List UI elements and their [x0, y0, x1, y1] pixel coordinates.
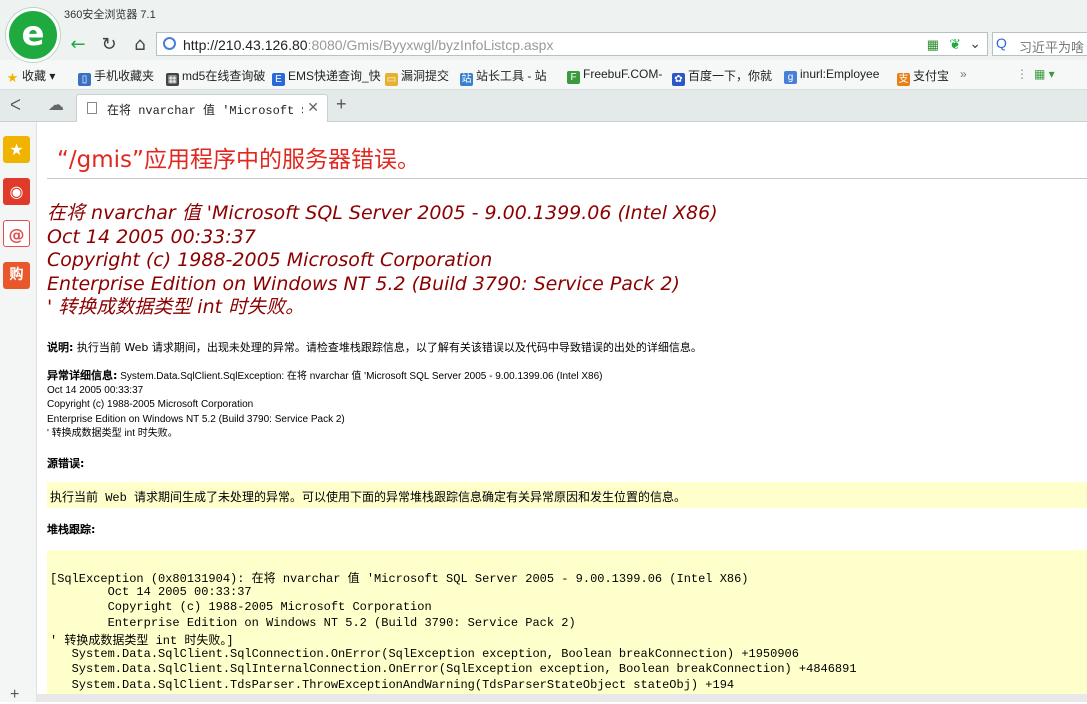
search-input[interactable]: 习近平为啥	[1019, 37, 1084, 55]
source-error-box: 执行当前 Web 请求期间生成了未处理的异常。可以使用下面的异常堆栈跟踪信息确定…	[47, 482, 1087, 508]
stack-trace-line: ' 转换成数据类型 int 时失败。]	[50, 634, 234, 648]
bookmark-baidu[interactable]: ✿ 百度一下，你就	[672, 67, 772, 86]
security-leaf-icon[interactable]: ❦	[949, 36, 961, 53]
window-title: 360安全浏览器 7.1	[64, 9, 156, 21]
bookmark-md5[interactable]: ▦ md5在线查询破	[166, 67, 265, 86]
new-tab-button[interactable]: +	[336, 94, 347, 115]
cloud-icon[interactable]: ☁	[48, 95, 64, 115]
description-text: 执行当前 Web 请求期间，出现未处理的异常。请检查堆栈跟踪信息，以了解有关该错…	[76, 341, 702, 354]
globe-icon	[163, 37, 176, 50]
exception-line: Copyright (c) 1988-2005 Microsoft Corpor…	[47, 399, 254, 411]
sidebar: ★ ◉ @ 购 +	[0, 122, 37, 704]
error-heading-line: 在将 nvarchar 值 'Microsoft SQL Server 2005…	[47, 202, 718, 224]
url-host: http://210.43.126.80	[183, 37, 308, 53]
source-error-label: 源错误:	[47, 457, 85, 470]
horizontal-scrollbar[interactable]	[37, 694, 1087, 702]
page-title: “/gmis”应用程序中的服务器错误。	[57, 147, 420, 173]
google-icon: g	[784, 71, 797, 84]
browser-logo-icon[interactable]: e	[6, 8, 60, 62]
freebuf-icon: F	[567, 71, 580, 84]
exception-line: ' 转换成数据类型 int 时失败。	[47, 427, 178, 439]
exception-line: Enterprise Edition on Windows NT 5.2 (Bu…	[47, 413, 345, 425]
alipay-icon: 支	[897, 73, 910, 86]
stack-trace-line: Copyright (c) 1988-2005 Microsoft Corpor…	[50, 600, 432, 614]
url-text[interactable]: http://210.43.126.80:8080/Gmis/Byyxwgl/b…	[183, 37, 553, 53]
bookmark-favorites[interactable]: ★ 收藏 ▾	[6, 67, 56, 85]
home-button[interactable]: ⌂	[128, 33, 152, 57]
bookmark-webmaster-tools[interactable]: 站站长工具 - 站	[460, 67, 547, 86]
refresh-button[interactable]: ↻	[97, 33, 121, 57]
search-box[interactable]: Q 习近平为啥	[992, 32, 1087, 56]
navigation-bar: ← ↻ ⌂ http://210.43.126.80:8080/Gmis/Byy…	[0, 30, 1087, 60]
qr-code-icon[interactable]: ▦	[927, 37, 939, 53]
exception-details: 异常详细信息: System.Data.SqlClient.SqlExcepti…	[47, 369, 603, 441]
bookmark-ems[interactable]: E EMS快递查询_快	[272, 67, 381, 86]
stack-trace-line: System.Data.SqlClient.SqlInternalConnect…	[50, 662, 857, 676]
page-content: “/gmis”应用程序中的服务器错误。 在将 nvarchar 值 'Micro…	[37, 122, 1087, 702]
stack-trace-line: System.Data.SqlClient.TdsParser.ThrowExc…	[50, 677, 735, 692]
error-heading: 在将 nvarchar 值 'Microsoft SQL Server 2005…	[47, 202, 718, 320]
tab-active[interactable]: 在将 nvarchar 值 'Microsoft SQL Se ✕	[76, 94, 328, 122]
baidu-icon: ✿	[672, 73, 685, 86]
bookmark-freebuf[interactable]: F FreebuF.COM-	[567, 67, 662, 84]
stack-trace-box: [SqlException (0x80131904): 在将 nvarchar …	[47, 550, 1087, 702]
exception-label: 异常详细信息:	[47, 369, 118, 382]
search-icon[interactable]: Q	[996, 35, 1007, 51]
ems-icon: E	[272, 73, 285, 86]
shopping-icon[interactable]: 购	[3, 262, 30, 289]
description-label: 说明:	[47, 341, 74, 354]
bookmark-mobile-favorites[interactable]: ▯ 手机收藏夹	[78, 67, 154, 86]
error-heading-line: ' 转换成数据类型 int 时失败。	[47, 296, 305, 318]
grid-icon: ▦	[166, 73, 179, 86]
title-divider	[47, 178, 1087, 179]
folder-icon: ▭	[385, 73, 398, 86]
bookmark-alipay[interactable]: 支支付宝	[897, 67, 949, 86]
weibo-icon[interactable]: ◉	[3, 178, 30, 205]
add-sidebar-item-icon[interactable]: +	[10, 686, 19, 704]
bookmarks-overflow-icon[interactable]: »	[960, 67, 967, 81]
chevron-down-icon[interactable]: ⌄	[969, 35, 981, 52]
stack-trace-line: [SqlException (0x80131904): 在将 nvarchar …	[50, 572, 749, 586]
source-error-text: 执行当前 Web 请求期间生成了未处理的异常。可以使用下面的异常堆栈跟踪信息确定…	[50, 491, 687, 505]
tab-bar: ᐸ ☁ 在将 nvarchar 值 'Microsoft SQL Se ✕ +	[0, 90, 1087, 122]
favorites-icon[interactable]: ★	[3, 136, 30, 163]
error-heading-line: Oct 14 2005 00:33:37	[47, 225, 256, 248]
phone-icon: ▯	[78, 73, 91, 86]
site-icon: 站	[460, 73, 473, 86]
source-error-section: 源错误:	[47, 455, 84, 471]
exception-line: Oct 14 2005 00:33:37	[47, 385, 144, 397]
url-path: :8080/Gmis/Byyxwgl/byzInfoListcp.aspx	[307, 37, 554, 53]
stack-trace-label: 堆栈跟踪:	[47, 523, 96, 536]
star-icon: ★	[6, 70, 19, 85]
title-bar: 360安全浏览器 7.1	[0, 0, 1087, 30]
mail-icon[interactable]: @	[3, 220, 30, 247]
bookmark-vuln-submit[interactable]: ▭ 漏洞提交	[385, 67, 449, 86]
apps-icon[interactable]: ▦ ▾	[1034, 67, 1055, 81]
menu-dots-icon[interactable]: ⋮	[1016, 67, 1028, 81]
stack-trace-line: Oct 14 2005 00:33:37	[50, 584, 252, 599]
address-bar[interactable]: http://210.43.126.80:8080/Gmis/Byyxwgl/b…	[156, 32, 988, 56]
stack-trace-line: System.Data.SqlClient.SqlConnection.OnEr…	[50, 646, 799, 661]
close-tab-icon[interactable]: ✕	[307, 99, 319, 116]
error-heading-line: Copyright (c) 1988-2005 Microsoft Corpor…	[47, 249, 493, 271]
document-icon	[87, 102, 97, 114]
description-section: 说明: 执行当前 Web 请求期间，出现未处理的异常。请检查堆栈跟踪信息，以了解…	[47, 339, 702, 355]
bookmarks-bar: ★ 收藏 ▾ ▯ 手机收藏夹 ▦ md5在线查询破 E EMS快递查询_快 ▭ 漏洞提交 …	[0, 60, 1087, 90]
exception-line: System.Data.SqlClient.SqlException: 在将 n…	[120, 371, 603, 382]
back-button[interactable]: ←	[66, 33, 90, 57]
bookmark-inurl-employee[interactable]: g inurl:Employee	[784, 67, 879, 84]
error-heading-line: Enterprise Edition on Windows NT 5.2 (Bu…	[47, 272, 680, 295]
tab-title: 在将 nvarchar 值 'Microsoft SQL Se	[107, 104, 303, 118]
stack-trace-line: Enterprise Edition on Windows NT 5.2 (Bu…	[50, 615, 576, 630]
stack-trace-section: 堆栈跟踪:	[47, 521, 95, 537]
tab-scroll-left-icon[interactable]: ᐸ	[10, 96, 21, 114]
